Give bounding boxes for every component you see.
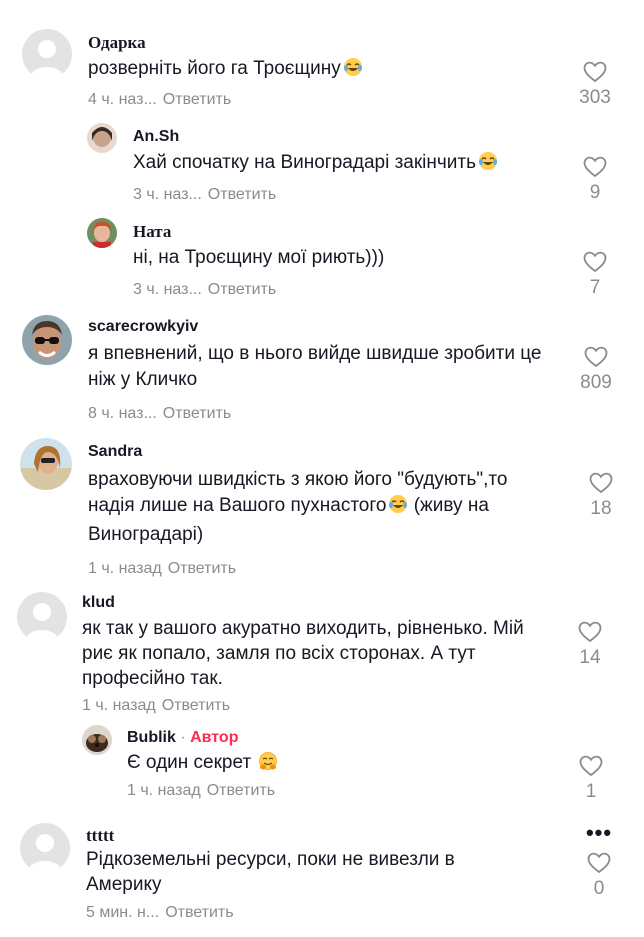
like-count: 0 (593, 878, 605, 899)
comment-meta: 4 ч. наз... Ответить (88, 91, 231, 109)
default-avatar-icon (20, 823, 70, 873)
heart-icon (578, 621, 602, 643)
comment-time: 3 ч. наз... (133, 186, 202, 203)
avatar[interactable] (87, 218, 117, 248)
like-button[interactable]: 14 (560, 621, 620, 669)
comment-author-name[interactable]: scarecrowkyiv (88, 318, 198, 336)
comment-meta: 5 мин. н... Ответить (86, 904, 234, 922)
comment-author-name[interactable]: Одарка (88, 33, 146, 53)
like-count: 18 (590, 498, 612, 519)
reply-button[interactable]: Ответить (208, 186, 276, 203)
comment-text: розверніть його га Троєщину (88, 56, 558, 85)
more-options-icon[interactable]: ••• (584, 822, 614, 844)
avatar[interactable] (20, 823, 70, 873)
heart-icon (579, 755, 603, 777)
comment-time: 8 ч. наз... (88, 405, 157, 422)
comment-author-name[interactable]: klud (82, 594, 115, 612)
like-count: 14 (579, 647, 601, 668)
comment-meta: 3 ч. наз... Ответить (133, 281, 276, 299)
heart-icon (584, 346, 608, 368)
comment-text: як так у вашого акуратно виходить, рівне… (82, 618, 524, 689)
like-button[interactable]: 18 (571, 472, 631, 520)
like-count: 1 (585, 781, 597, 802)
comment-text: я впевнений, що в нього вийде швидше зро… (88, 343, 542, 390)
like-count: 7 (589, 277, 601, 298)
comment-text: враховуючи швидкість з якою його "будуют… (88, 469, 508, 545)
comment-time: 3 ч. наз... (133, 281, 202, 298)
comment-time: 4 ч. наз... (88, 91, 157, 108)
reply-button[interactable]: Ответить (163, 91, 231, 108)
laugh-cry-emoji-icon (343, 57, 363, 85)
like-button[interactable]: 1 (561, 755, 621, 803)
comment-time: 5 мин. н... (86, 904, 160, 921)
comment-author-name[interactable]: Sandra (88, 443, 142, 461)
heart-icon (583, 156, 607, 178)
comment-text: Є один секрет (127, 750, 567, 779)
laugh-cry-emoji-icon (478, 151, 498, 179)
heart-icon (589, 472, 613, 494)
separator: · (175, 729, 191, 746)
comment-meta: 8 ч. наз... Ответить (88, 405, 231, 423)
like-button[interactable]: 0 (569, 852, 629, 900)
reply-button[interactable]: Ответить (165, 904, 233, 921)
author-badge: Автор (190, 729, 239, 746)
default-avatar-icon (17, 592, 67, 642)
avatar[interactable] (82, 725, 112, 755)
like-button[interactable]: 809 (566, 346, 626, 394)
comment-text: ні, на Троєщину мої риють))) (133, 247, 385, 268)
like-button[interactable]: 303 (565, 61, 625, 109)
avatar[interactable] (22, 315, 72, 365)
comment-author-name[interactable]: An.Sh (133, 128, 179, 146)
comment-text: Хай спочатку на Виноградарі закінчить (133, 150, 573, 179)
comment-meta: 3 ч. наз... Ответить (133, 186, 276, 204)
comment-time: 1 ч. назад (127, 782, 201, 799)
like-button[interactable]: 7 (565, 251, 625, 299)
hugging-emoji-icon (258, 751, 278, 779)
comment-time: 1 ч. назад (88, 560, 162, 577)
comment-meta: 1 ч. назад Ответить (127, 782, 275, 800)
avatar[interactable] (87, 123, 117, 153)
like-count: 303 (579, 87, 611, 108)
reply-button[interactable]: Ответить (208, 281, 276, 298)
comment-time: 1 ч. назад (82, 697, 156, 714)
comment-author-name[interactable]: Ната (133, 222, 171, 242)
avatar[interactable] (17, 592, 67, 642)
heart-icon (583, 61, 607, 83)
like-button[interactable]: 9 (565, 156, 625, 204)
heart-icon (587, 852, 611, 874)
like-count: 9 (589, 182, 601, 203)
comment-meta: 1 ч. назад Ответить (88, 560, 236, 578)
default-avatar-icon (22, 29, 72, 79)
reply-button[interactable]: Ответить (168, 560, 236, 577)
reply-button[interactable]: Ответить (162, 697, 230, 714)
comment-meta: 1 ч. назад Ответить (82, 697, 230, 715)
comment-author-name[interactable]: ttttt (86, 826, 114, 846)
like-count: 809 (580, 372, 612, 393)
comment-author-name: Bublik · Автор (127, 729, 238, 747)
avatar[interactable] (22, 29, 72, 79)
heart-icon (583, 251, 607, 273)
avatar[interactable] (20, 438, 72, 490)
comment-text: Рідкоземельні ресурси, поки не вивезли в… (86, 849, 455, 895)
reply-button[interactable]: Ответить (207, 782, 275, 799)
laugh-cry-emoji-icon (388, 494, 408, 522)
reply-button[interactable]: Ответить (163, 405, 231, 422)
author-username[interactable]: Bublik (127, 729, 176, 746)
